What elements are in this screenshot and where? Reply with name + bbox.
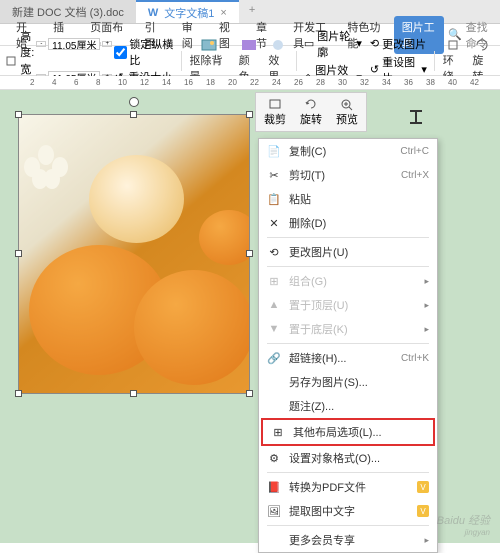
menu-copy[interactable]: 📄复制(C)Ctrl+C <box>259 139 437 163</box>
horizontal-ruler: 24681012141618202224262830323436384042 <box>0 76 500 90</box>
resize-handle-tm[interactable] <box>130 111 137 118</box>
resize-handle-tr[interactable] <box>246 111 253 118</box>
menu-cut[interactable]: ✂剪切(T)Ctrl+X <box>259 163 437 187</box>
pdf-icon: 📕 <box>267 481 281 494</box>
ruler-mark: 18 <box>206 78 215 87</box>
ruler-mark: 26 <box>294 78 303 87</box>
menu-other-layout[interactable]: ⊞其他布局选项(L)... <box>263 420 433 444</box>
context-menu: 📄复制(C)Ctrl+C ✂剪切(T)Ctrl+X 📋粘贴 ✕删除(D) ⟲更改… <box>258 138 438 553</box>
menu-format-obj[interactable]: ⚙设置对象格式(O)... <box>259 446 437 470</box>
format-icon: ⚙ <box>267 452 281 465</box>
resize-handle-br[interactable] <box>246 390 253 397</box>
ruler-mark: 40 <box>448 78 457 87</box>
ruler-mark: 12 <box>140 78 149 87</box>
menu-change-pic[interactable]: ⟲更改图片(U) <box>259 240 437 264</box>
height-label: 高度: <box>20 28 34 60</box>
ruler-mark: 16 <box>184 78 193 87</box>
spinner[interactable]: + <box>102 41 112 47</box>
floating-toolbar: 裁剪 旋转 预览 <box>255 92 367 132</box>
ruler-mark: 22 <box>250 78 259 87</box>
preview-button[interactable]: 预览 <box>330 95 364 129</box>
watermark: Baidu 经验 jingyan <box>437 512 490 537</box>
ruler-mark: 2 <box>30 78 34 87</box>
bring-front-icon: ▲ <box>267 299 281 311</box>
ruler-mark: 30 <box>338 78 347 87</box>
resize-handle-tl[interactable] <box>15 111 22 118</box>
rotate-button[interactable]: 旋转 <box>294 95 328 129</box>
change-pic-icon: ⟲ <box>267 246 281 259</box>
resize-handle-bm[interactable] <box>130 390 137 397</box>
chevron-right-icon: ▸ <box>424 300 429 311</box>
spinner[interactable]: - <box>36 41 46 47</box>
ruler-mark: 8 <box>96 78 100 87</box>
ruler-mark: 20 <box>228 78 237 87</box>
copy-icon: 📄 <box>267 145 281 158</box>
chevron-right-icon: ▸ <box>424 535 429 546</box>
menu-bring-top: ▲置于顶层(U)▸ <box>259 293 437 317</box>
vip-badge: V <box>417 505 429 517</box>
layout-icon: ⊞ <box>271 426 285 439</box>
menu-paste[interactable]: 📋粘贴 <box>259 187 437 211</box>
menu-delete[interactable]: ✕删除(D) <box>259 211 437 235</box>
cut-icon: ✂ <box>267 169 281 182</box>
resize-handle-bl[interactable] <box>15 390 22 397</box>
ruler-mark: 6 <box>74 78 78 87</box>
height-input[interactable] <box>48 38 100 50</box>
menu-save-as[interactable]: 另存为图片(S)... <box>259 370 437 394</box>
pic-outline-button[interactable]: ▭图片轮廓▾ <box>301 27 365 61</box>
ruler-mark: 4 <box>52 78 56 87</box>
ruler-mark: 24 <box>272 78 281 87</box>
ruler-mark: 38 <box>426 78 435 87</box>
ruler-mark: 28 <box>316 78 325 87</box>
vip-badge: V <box>417 481 429 493</box>
ruler-mark: 42 <box>470 78 479 87</box>
chevron-right-icon: ▸ <box>424 324 429 335</box>
menu-extract-text[interactable]: 🖼提取图中文字V <box>259 499 437 523</box>
toolbar: 高度: - + 宽度: - + 锁定纵横比 ↺重设大小 抠除背景 颜色 效果 ▭… <box>0 46 500 76</box>
ocr-icon: 🖼 <box>267 505 281 518</box>
text-cursor <box>415 110 417 124</box>
resize-handle-ml[interactable] <box>15 250 22 257</box>
ruler-mark: 32 <box>360 78 369 87</box>
menu-more-vip[interactable]: 更多会员专享▸ <box>259 528 437 552</box>
menu-group: ⊞组合(G)▸ <box>259 269 437 293</box>
menu-to-pdf[interactable]: 📕转换为PDF文件V <box>259 475 437 499</box>
rotation-handle[interactable] <box>129 97 139 107</box>
chevron-right-icon: ▸ <box>424 276 429 287</box>
delete-icon: ✕ <box>267 217 281 230</box>
selected-image[interactable] <box>18 114 250 394</box>
ruler-mark: 10 <box>118 78 127 87</box>
change-pic-button[interactable]: ⟲更改图片 <box>367 35 430 53</box>
document-canvas: 裁剪 旋转 预览 📄复制(C)Ctrl+C ✂剪切(T)Ctrl+X 📋粘贴 ✕… <box>0 90 500 543</box>
resize-handle-mr[interactable] <box>246 250 253 257</box>
send-back-icon: ▼ <box>267 323 281 335</box>
crop-icon[interactable] <box>4 53 18 69</box>
crop-button[interactable]: 裁剪 <box>258 95 292 129</box>
image-content <box>19 115 249 393</box>
ruler-mark: 34 <box>382 78 391 87</box>
menu-send-back: ▼置于底层(K)▸ <box>259 317 437 341</box>
link-icon: 🔗 <box>267 352 281 365</box>
paste-icon: 📋 <box>267 193 281 206</box>
menu-caption[interactable]: 题注(Z)... <box>259 394 437 418</box>
ruler-mark: 36 <box>404 78 413 87</box>
lock-ratio-checkbox[interactable]: 锁定纵横比 <box>114 36 176 68</box>
group-icon: ⊞ <box>267 275 281 288</box>
ruler-mark: 14 <box>162 78 171 87</box>
menu-hyperlink[interactable]: 🔗超链接(H)...Ctrl+K <box>259 346 437 370</box>
